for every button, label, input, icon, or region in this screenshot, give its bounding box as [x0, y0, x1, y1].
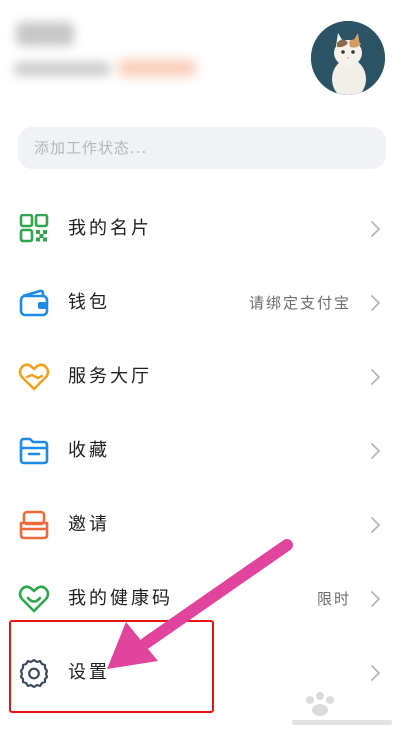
pointer-arrow-annotation — [107, 539, 293, 669]
watermark-logo — [292, 692, 392, 725]
